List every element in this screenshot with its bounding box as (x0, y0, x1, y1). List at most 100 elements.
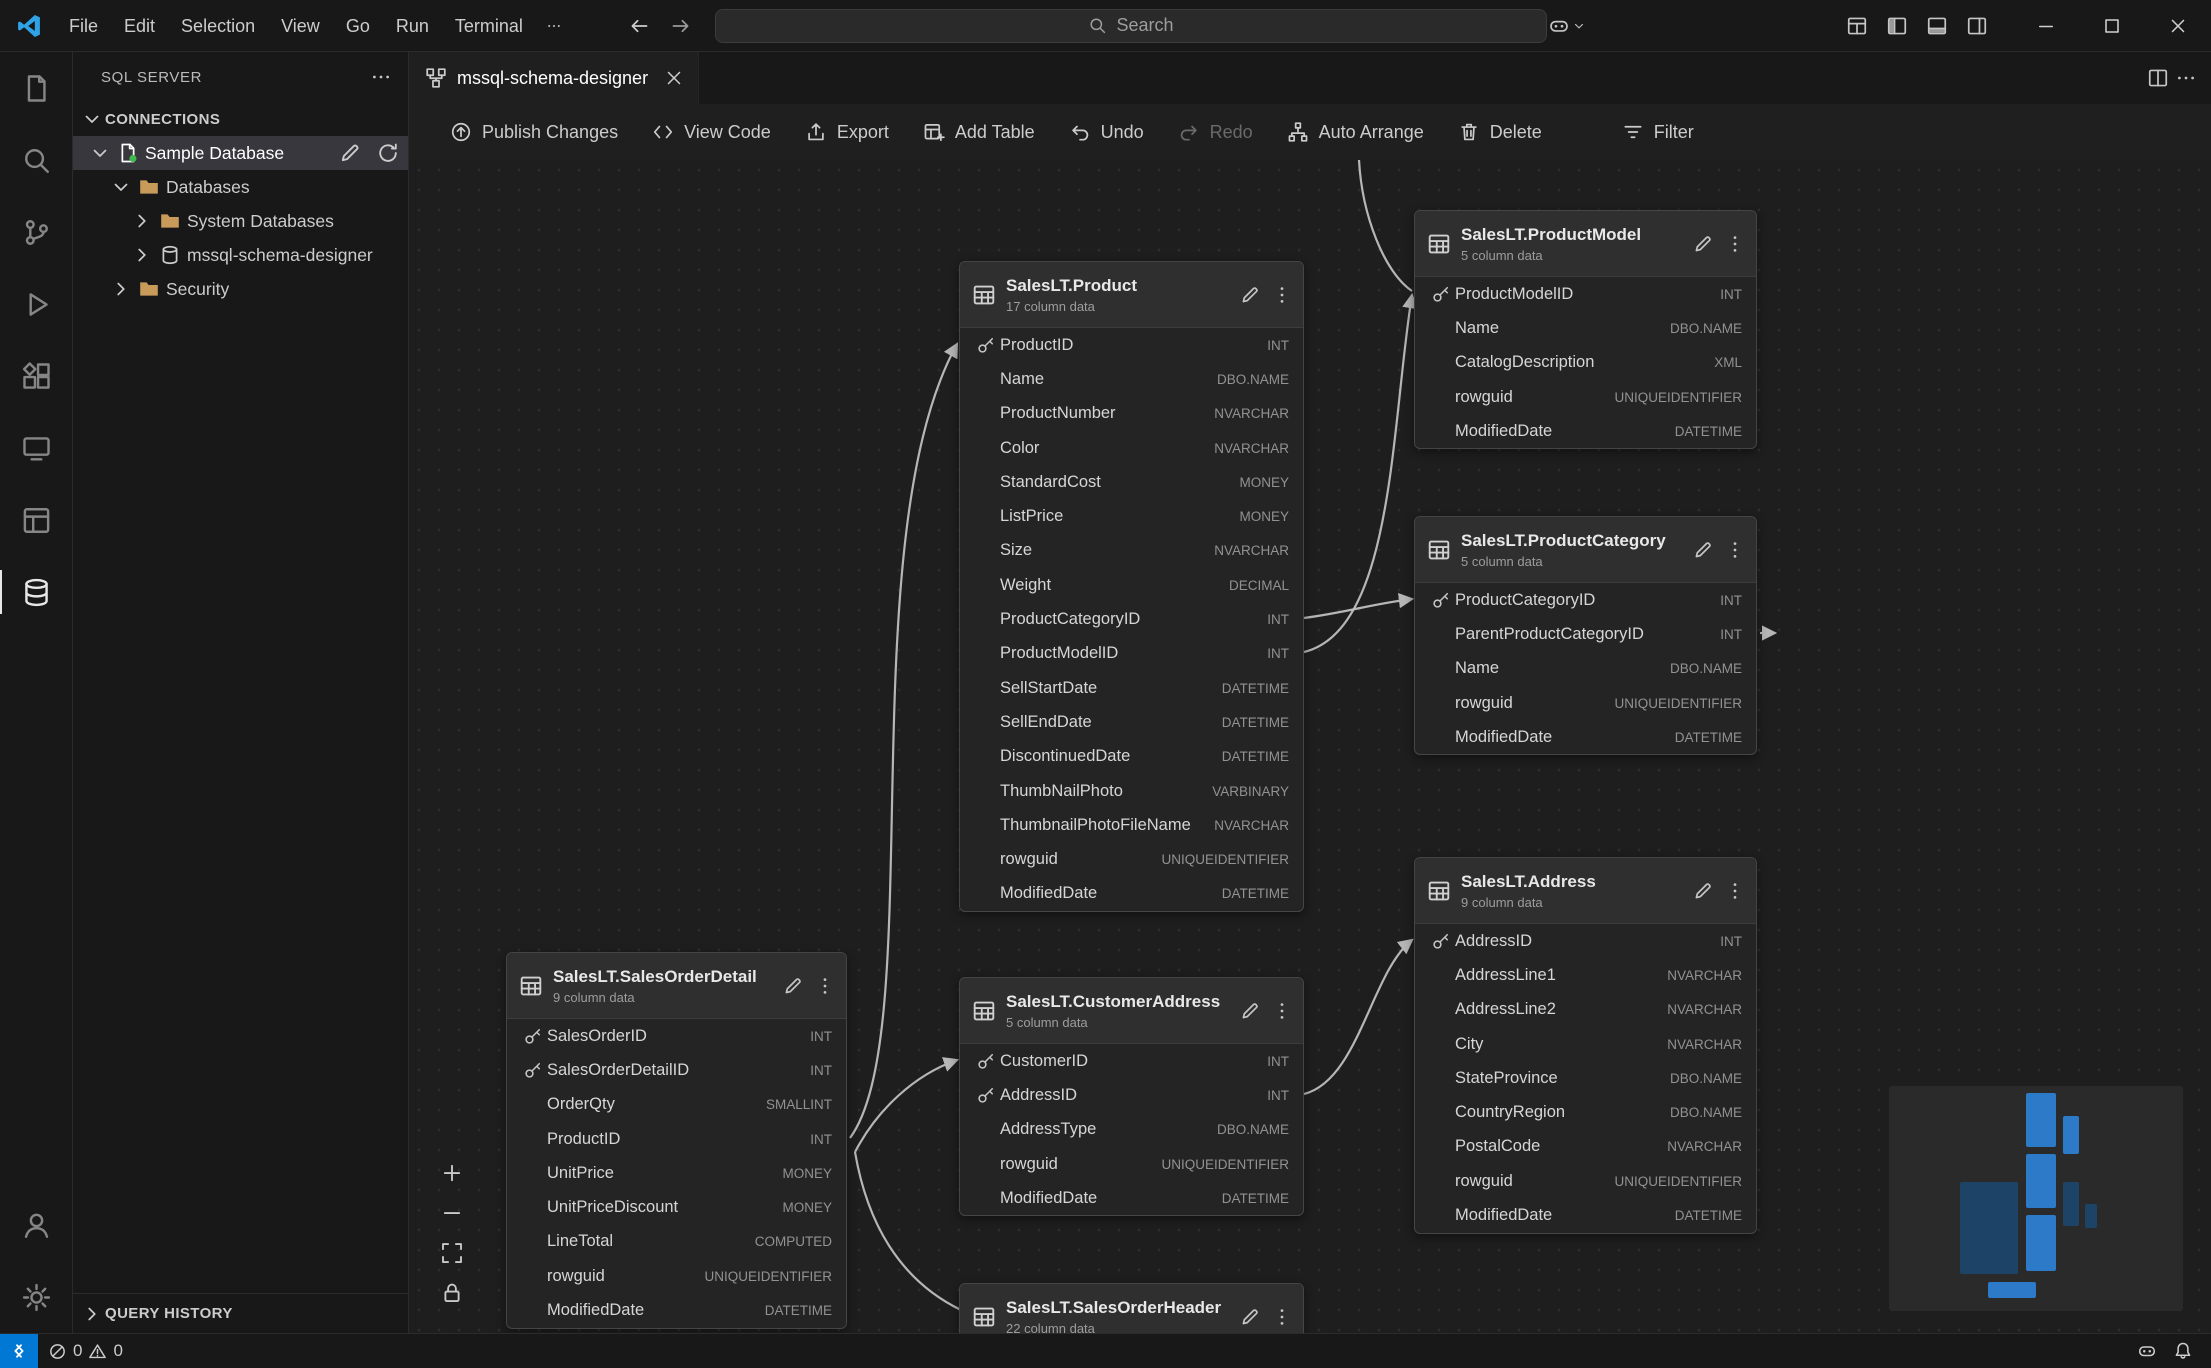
column-row-addressid[interactable]: AddressIDINT (960, 1078, 1303, 1112)
tree-item-sample-database[interactable]: Sample Database (73, 136, 408, 170)
column-row-catalogdescription[interactable]: CatalogDescriptionXML (1415, 346, 1756, 380)
minimize-button[interactable] (2013, 0, 2079, 51)
edit-table-icon[interactable] (782, 975, 804, 997)
column-row-salesorderid[interactable]: SalesOrderIDINT (507, 1019, 846, 1053)
relationship-line[interactable] (855, 1060, 957, 1152)
activity-sql-server-button[interactable] (0, 556, 72, 628)
table-menu-icon[interactable] (1271, 284, 1293, 306)
tree-item-system-databases[interactable]: System Databases (73, 204, 408, 238)
activity-extensions-button[interactable] (0, 340, 72, 412)
forward-button[interactable] (665, 10, 697, 42)
column-row-thumbnailphoto[interactable]: ThumbNailPhotoVARBINARY (960, 774, 1303, 808)
filter-button[interactable]: Filter (1607, 113, 1709, 151)
tab-mssql-schema-designer[interactable]: mssql-schema-designer (409, 52, 699, 104)
table-card-header[interactable]: SalesLT.ProductCategory 5 column data (1415, 517, 1756, 583)
menu-go[interactable]: Go (333, 8, 383, 44)
activity-database-projects-button[interactable] (0, 484, 72, 556)
column-row-addressline2[interactable]: AddressLine2NVARCHAR (1415, 993, 1756, 1027)
table-card-saleslt-productmodel[interactable]: SalesLT.ProductModel 5 column data Produ… (1414, 210, 1757, 449)
table-card-saleslt-salesorderdetail[interactable]: SalesLT.SalesOrderDetail 9 column data S… (506, 952, 847, 1329)
column-row-salesorderdetailid[interactable]: SalesOrderDetailIDINT (507, 1053, 846, 1087)
column-row-productcategoryid[interactable]: ProductCategoryIDINT (1415, 583, 1756, 617)
table-menu-icon[interactable] (814, 975, 836, 997)
export-button[interactable]: Export (790, 113, 904, 151)
column-row-customerid[interactable]: CustomerIDINT (960, 1044, 1303, 1078)
table-card-saleslt-product[interactable]: SalesLT.Product 17 column data ProductID… (959, 261, 1304, 912)
column-row-productmodelid[interactable]: ProductModelIDINT (1415, 277, 1756, 311)
activity-source-control-button[interactable] (0, 196, 72, 268)
activity-run-debug-button[interactable] (0, 268, 72, 340)
column-row-modifieddate[interactable]: ModifiedDateDATETIME (507, 1293, 846, 1327)
table-menu-icon[interactable] (1724, 880, 1746, 902)
column-row-rowguid[interactable]: rowguidUNIQUEIDENTIFIER (507, 1259, 846, 1293)
column-row-linetotal[interactable]: LineTotalCOMPUTED (507, 1225, 846, 1259)
activity-account-button[interactable] (0, 1189, 72, 1261)
table-menu-icon[interactable] (1724, 233, 1746, 255)
edit-table-icon[interactable] (1239, 1306, 1261, 1328)
zoom-in-button[interactable] (437, 1158, 467, 1188)
column-row-size[interactable]: SizeNVARCHAR (960, 534, 1303, 568)
column-row-listprice[interactable]: ListPriceMONEY (960, 499, 1303, 533)
activity-settings-gear-button[interactable] (0, 1261, 72, 1333)
menu-view[interactable]: View (268, 8, 333, 44)
table-card-saleslt-address[interactable]: SalesLT.Address 9 column data AddressIDI… (1414, 857, 1757, 1234)
maximize-button[interactable] (2079, 0, 2145, 51)
zoom-out-button[interactable] (437, 1198, 467, 1228)
column-row-modifieddate[interactable]: ModifiedDateDATETIME (1415, 414, 1756, 448)
menu-file[interactable]: File (56, 8, 111, 44)
copilot-status-button[interactable] (2129, 1341, 2165, 1361)
column-row-rowguid[interactable]: rowguidUNIQUEIDENTIFIER (1415, 380, 1756, 414)
edit-table-icon[interactable] (1239, 1000, 1261, 1022)
column-row-modifieddate[interactable]: ModifiedDateDATETIME (1415, 720, 1756, 754)
table-card-saleslt-productcategory[interactable]: SalesLT.ProductCategory 5 column data Pr… (1414, 516, 1757, 755)
column-row-discontinueddate[interactable]: DiscontinuedDateDATETIME (960, 740, 1303, 774)
column-row-productid[interactable]: ProductIDINT (507, 1122, 846, 1156)
redo-button[interactable]: Redo (1163, 113, 1268, 151)
table-menu-icon[interactable] (1271, 1306, 1293, 1328)
remote-indicator-button[interactable] (0, 1334, 38, 1368)
column-row-name[interactable]: NameDBO.NAME (1415, 652, 1756, 686)
back-button[interactable] (623, 10, 655, 42)
relationship-line[interactable] (850, 344, 957, 1138)
view-code-button[interactable]: View Code (637, 113, 786, 151)
fit-view-button[interactable] (437, 1238, 467, 1268)
column-row-rowguid[interactable]: rowguidUNIQUEIDENTIFIER (1415, 1164, 1756, 1198)
column-row-thumbnailphotofilename[interactable]: ThumbnailPhotoFileNameNVARCHAR (960, 808, 1303, 842)
tree-item-databases[interactable]: Databases (73, 170, 408, 204)
column-row-unitprice[interactable]: UnitPriceMONEY (507, 1156, 846, 1190)
column-row-modifieddate[interactable]: ModifiedDateDATETIME (960, 1181, 1303, 1215)
tree-item-security[interactable]: Security (73, 272, 408, 306)
copilot-menu-button[interactable] (1547, 9, 1587, 43)
column-row-rowguid[interactable]: rowguidUNIQUEIDENTIFIER (1415, 686, 1756, 720)
column-row-sellenddate[interactable]: SellEndDateDATETIME (960, 705, 1303, 739)
connections-section-header[interactable]: CONNECTIONS (73, 102, 408, 136)
column-row-color[interactable]: ColorNVARCHAR (960, 431, 1303, 465)
column-row-addresstype[interactable]: AddressTypeDBO.NAME (960, 1113, 1303, 1147)
menu-terminal[interactable]: Terminal (442, 8, 536, 44)
edit-table-icon[interactable] (1239, 284, 1261, 306)
column-row-productnumber[interactable]: ProductNumberNVARCHAR (960, 397, 1303, 431)
column-row-productcategoryid[interactable]: ProductCategoryIDINT (960, 602, 1303, 636)
table-menu-icon[interactable] (1271, 1000, 1293, 1022)
toggle-primary-sidebar-button[interactable] (1877, 9, 1917, 43)
edit-connection-icon[interactable] (338, 141, 362, 165)
column-row-modifieddate[interactable]: ModifiedDateDATETIME (1415, 1198, 1756, 1232)
relationship-line[interactable] (1359, 160, 1412, 291)
column-row-addressline1[interactable]: AddressLine1NVARCHAR (1415, 958, 1756, 992)
editor-more-actions-icon[interactable] (2175, 67, 2197, 89)
column-row-rowguid[interactable]: rowguidUNIQUEIDENTIFIER (960, 1147, 1303, 1181)
minimap[interactable] (1889, 1086, 2183, 1311)
table-card-saleslt-customeraddress[interactable]: SalesLT.CustomerAddress 5 column data Cu… (959, 977, 1304, 1216)
toggle-panel-button[interactable] (1917, 9, 1957, 43)
column-row-city[interactable]: CityNVARCHAR (1415, 1027, 1756, 1061)
table-card-header[interactable]: SalesLT.Product 17 column data (960, 262, 1303, 328)
relationship-line[interactable] (855, 1152, 961, 1310)
column-row-stateprovince[interactable]: StateProvinceDBO.NAME (1415, 1061, 1756, 1095)
lock-button[interactable] (437, 1278, 467, 1308)
column-row-orderqty[interactable]: OrderQtySMALLINT (507, 1088, 846, 1122)
notifications-button[interactable] (2165, 1341, 2201, 1361)
query-history-section-header[interactable]: QUERY HISTORY (73, 1293, 408, 1333)
relationship-line[interactable] (1304, 295, 1412, 652)
split-editor-icon[interactable] (2147, 67, 2169, 89)
edit-table-icon[interactable] (1692, 880, 1714, 902)
